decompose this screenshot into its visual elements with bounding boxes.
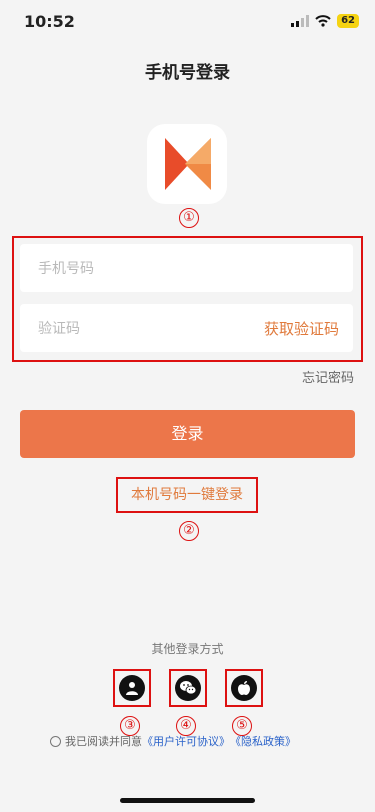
- status-icons: 62: [291, 14, 359, 28]
- wechat-login-button[interactable]: [169, 669, 207, 707]
- person-icon: [126, 682, 138, 695]
- status-time: 10:52: [24, 12, 75, 31]
- agreement-row: 我已阅读并同意 《用户许可协议》 《隐私政策》: [50, 733, 296, 749]
- phone-input[interactable]: [36, 244, 240, 294]
- app-logo-icon: [165, 138, 211, 190]
- battery-indicator: 62: [337, 14, 359, 28]
- signal-icon: [291, 15, 310, 27]
- app-logo: [147, 124, 227, 204]
- forgot-password-link[interactable]: 忘记密码: [302, 367, 354, 386]
- one-click-login-button[interactable]: 本机号码一键登录: [116, 477, 258, 513]
- code-input[interactable]: [36, 304, 240, 354]
- home-indicator: [120, 798, 255, 803]
- other-login-title: 其他登录方式: [151, 642, 224, 656]
- annotation-2: ②: [179, 521, 199, 541]
- code-field[interactable]: 获取验证码: [20, 304, 353, 354]
- privacy-policy-link[interactable]: 《隐私政策》: [230, 733, 296, 749]
- agreement-prefix: 我已阅读并同意: [65, 735, 142, 748]
- apple-login-button[interactable]: [225, 669, 263, 707]
- login-button[interactable]: 登录: [20, 410, 355, 458]
- status-bar: 10:52 62: [0, 0, 375, 44]
- wechat-icon: [180, 681, 197, 695]
- page-title: 手机号登录: [145, 63, 230, 83]
- agreement-radio[interactable]: [50, 735, 61, 747]
- get-code-button[interactable]: 获取验证码: [264, 318, 339, 339]
- apple-icon: [238, 681, 250, 695]
- phone-field[interactable]: [20, 244, 353, 294]
- user-agreement-link[interactable]: 《用户许可协议》: [142, 733, 230, 749]
- annotation-1: ①: [179, 208, 199, 228]
- account-login-button[interactable]: [113, 669, 151, 707]
- wifi-icon: [315, 15, 331, 27]
